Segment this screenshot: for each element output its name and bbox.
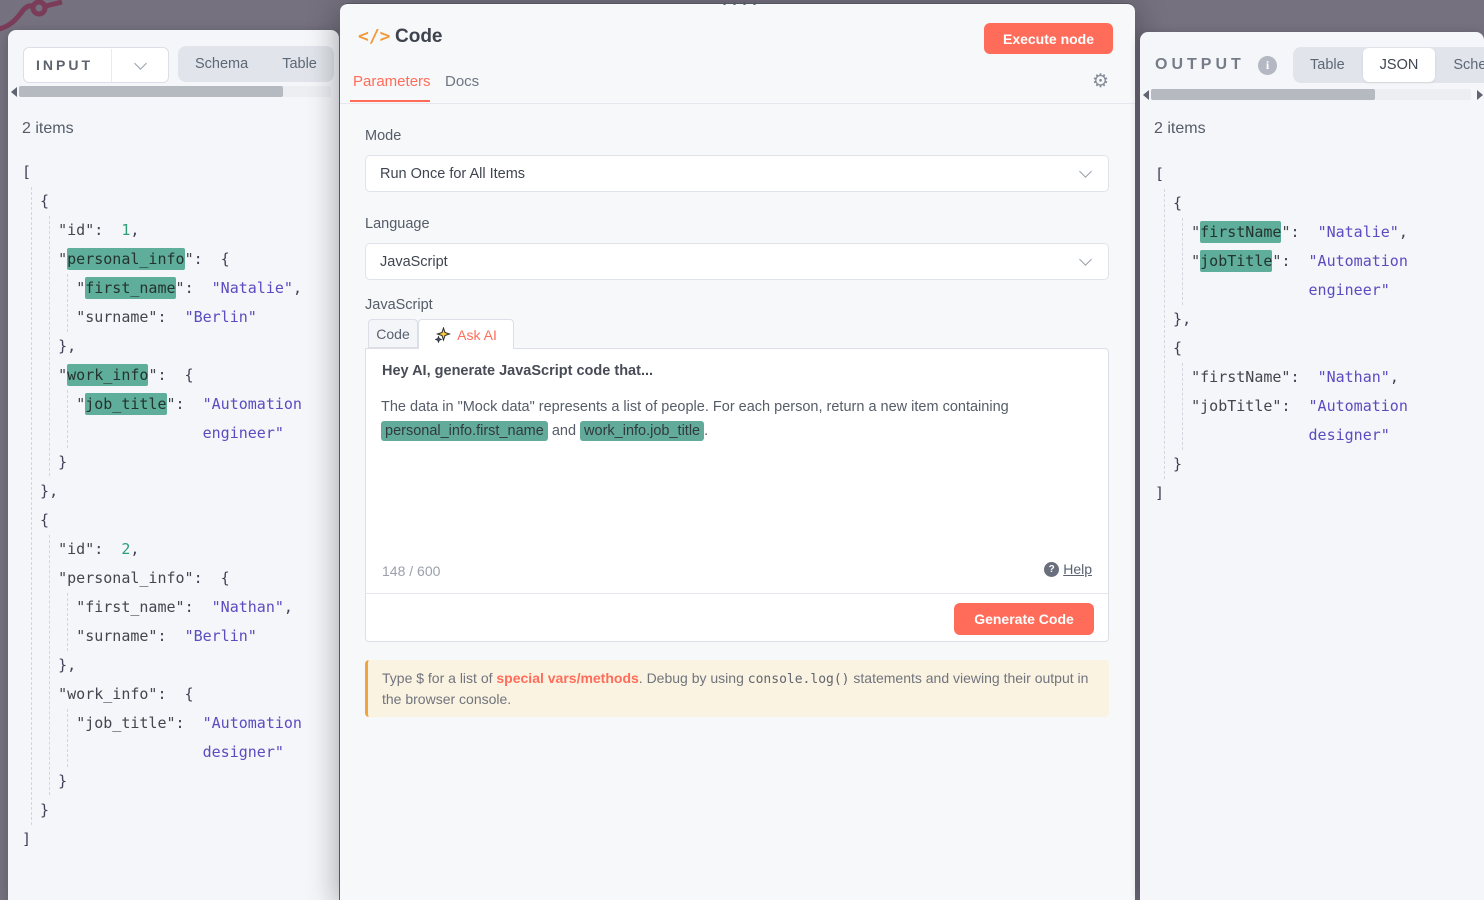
scroll-right-arrow[interactable] <box>1477 90 1483 100</box>
tab-schema[interactable]: Schema <box>1436 48 1484 82</box>
chevron-down-icon <box>134 57 147 70</box>
indent-guide <box>1182 363 1183 450</box>
output-items-count: 2 items <box>1154 120 1206 138</box>
indent-guide <box>67 593 68 651</box>
question-mark-icon: ? <box>1044 562 1059 577</box>
indent-guide <box>67 274 68 332</box>
active-tab-underline <box>350 100 430 102</box>
tab-parameters[interactable]: Parameters <box>353 73 431 90</box>
indent-guide <box>1182 218 1183 305</box>
input-select-label: INPUT <box>24 57 111 73</box>
tab-json[interactable]: JSON <box>1363 48 1436 82</box>
generate-code-button[interactable]: Generate Code <box>954 603 1094 635</box>
chevron-down-icon <box>1079 253 1092 266</box>
scroll-left-arrow[interactable] <box>1143 90 1149 100</box>
tab-schema[interactable]: Schema <box>178 47 265 81</box>
tab-table[interactable]: Table <box>265 47 334 81</box>
input-panel: INPUT Schema Table 2 items [ { "id": 1, … <box>8 30 339 900</box>
ask-ai-prompt-box: Hey AI, generate JavaScript code that...… <box>365 348 1109 642</box>
prompt-heading: Hey AI, generate JavaScript code that... <box>382 363 653 379</box>
help-link[interactable]: ? Help <box>1044 561 1092 577</box>
prompt-textarea[interactable]: The data in "Mock data" represents a lis… <box>381 396 1087 443</box>
tab-code-editor[interactable]: Code <box>368 319 418 348</box>
indent-guide <box>67 390 68 448</box>
language-select-value: JavaScript <box>366 254 1081 270</box>
n8n-node-detail-view: INPUT Schema Table 2 items [ { "id": 1, … <box>0 0 1484 900</box>
code-node-icon: </> <box>358 26 391 47</box>
input-hscrollbar-thumb[interactable] <box>19 86 283 97</box>
node-title: Code <box>395 26 443 48</box>
tab-table[interactable]: Table <box>1293 48 1362 82</box>
header-divider <box>340 103 1135 104</box>
indent-guide <box>49 216 50 476</box>
language-label: Language <box>365 216 430 232</box>
chevron-down-icon <box>1079 165 1092 178</box>
indent-guide <box>49 535 50 795</box>
output-hscrollbar-thumb[interactable] <box>1151 89 1375 100</box>
gear-icon[interactable]: ⚙ <box>1092 70 1109 93</box>
output-panel: OUTPUT i Table JSON Schema 2 items [ { "… <box>1140 32 1484 900</box>
tab-docs[interactable]: Docs <box>445 73 479 90</box>
code-section-label: JavaScript <box>365 297 433 313</box>
output-title: OUTPUT <box>1155 56 1245 74</box>
code-hint-box: Type $ for a list of special vars/method… <box>365 660 1109 717</box>
tab-ask-ai[interactable]: Ask AI <box>418 319 514 349</box>
input-items-count: 2 items <box>22 120 74 138</box>
indent-guide <box>1164 189 1165 479</box>
output-hscrollbar[interactable] <box>1151 89 1471 100</box>
language-select[interactable]: JavaScript <box>365 243 1109 280</box>
mode-select[interactable]: Run Once for All Items <box>365 155 1109 192</box>
info-icon[interactable]: i <box>1258 56 1277 75</box>
char-counter: 148 / 600 <box>382 563 440 579</box>
sparkles-icon <box>435 327 451 343</box>
drag-handle[interactable] <box>723 2 756 5</box>
output-view-tabs: Table JSON Schema <box>1293 47 1484 83</box>
input-hscrollbar[interactable] <box>19 86 331 97</box>
input-source-select[interactable]: INPUT <box>23 47 169 83</box>
output-json-view: [ { "firstName": "Natalie", "jobTitle": … <box>1155 160 1408 508</box>
code-node-modal: </> Code Execute node Parameters Docs ⚙ … <box>340 3 1135 900</box>
mode-label: Mode <box>365 128 401 144</box>
mode-select-value: Run Once for All Items <box>366 166 1081 182</box>
indent-guide <box>31 187 32 825</box>
input-json-view: [ { "id": 1, "personal_info": { "first_n… <box>22 158 302 854</box>
prompt-divider <box>366 593 1108 594</box>
scroll-left-arrow[interactable] <box>11 87 17 97</box>
input-view-tabs: Schema Table <box>178 46 334 82</box>
execute-node-button[interactable]: Execute node <box>984 23 1113 54</box>
indent-guide <box>67 709 68 767</box>
